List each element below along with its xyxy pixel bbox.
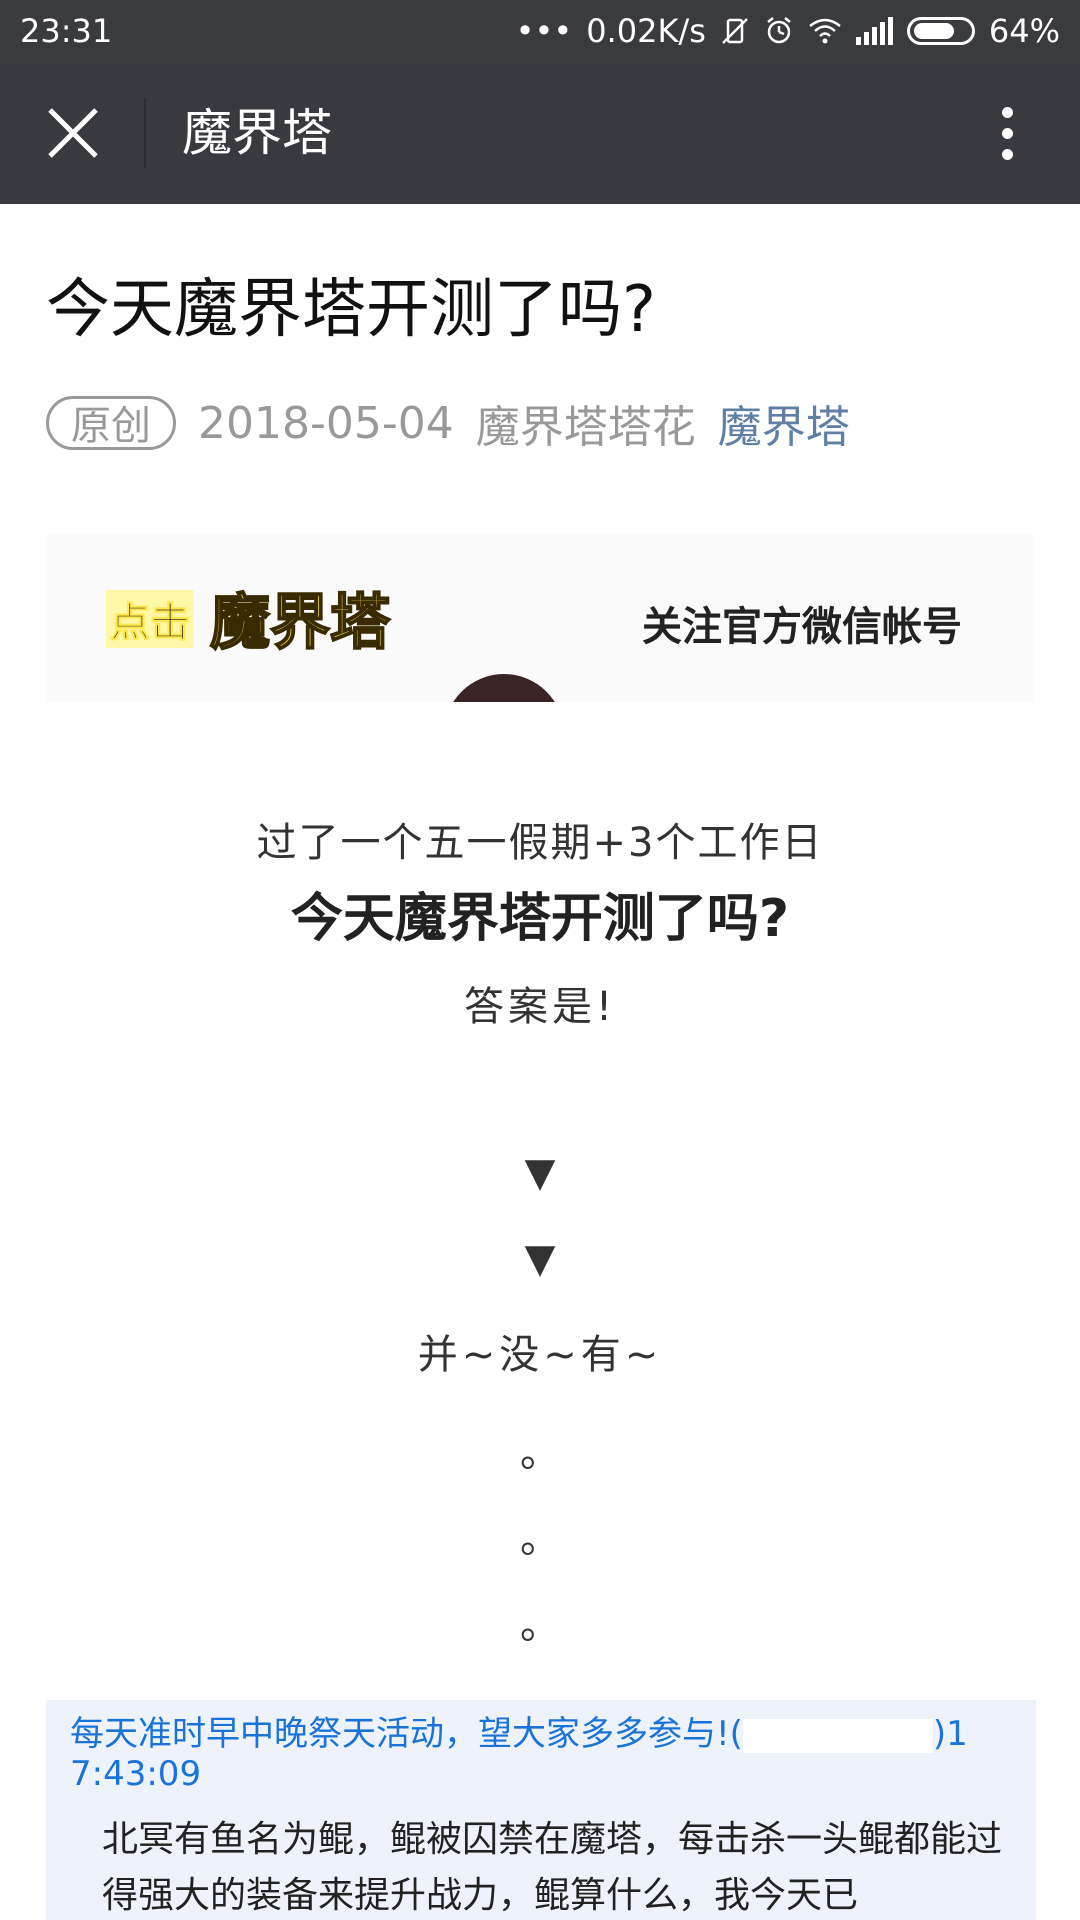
- more-dots-icon: •••: [515, 12, 573, 50]
- article-author: 魔界塔塔花: [475, 402, 696, 453]
- content-line-4: 并~没~有~: [417, 1332, 663, 1378]
- down-arrow-icon: ▼: [524, 1150, 556, 1196]
- original-badge: 原创: [46, 396, 176, 450]
- status-right-group: ••• 0.02K/s 64%: [516, 0, 1060, 62]
- content-line-3: 答案是!: [463, 984, 617, 1030]
- signal-icon: [855, 17, 893, 45]
- wifi-icon: [809, 18, 841, 44]
- down-arrow-icon: ▼: [524, 1236, 556, 1282]
- banner-brand: 魔界塔: [209, 587, 391, 659]
- chat-screenshot: 每天准时早中晚祭天活动，望大家多多参与!( )1 7:43:09 北冥有鱼名为鲲，…: [46, 1700, 1036, 1920]
- follow-banner[interactable]: 点击 魔界塔 关注官方微信帐号: [46, 534, 1034, 702]
- app-bar: 魔界塔: [0, 62, 1080, 204]
- redaction-mask: [742, 1718, 933, 1753]
- battery-percent: 64%: [988, 12, 1060, 50]
- status-bar: 23:31 ••• 0.02K/s 64%: [0, 0, 1080, 62]
- chat-time: 7:43:09: [70, 1754, 202, 1794]
- banner-follow-text: 关注官方微信帐号: [642, 604, 962, 650]
- article-title: 今天魔界塔开测了吗?: [46, 273, 656, 347]
- chat-header: 每天准时早中晚祭天活动，望大家多多参与!( )1 7:43:09: [70, 1714, 1020, 1794]
- network-speed: 0.02K/s: [586, 12, 706, 50]
- account-link[interactable]: 魔界塔: [718, 391, 850, 455]
- content-dot: 。: [520, 1516, 560, 1562]
- app-bar-divider: [144, 98, 146, 168]
- content-dot: 。: [520, 1602, 560, 1648]
- banner-avatar: [444, 674, 564, 702]
- article-date: 2018-05-04: [198, 397, 454, 449]
- more-vertical-icon[interactable]: [974, 100, 1040, 166]
- content-line-1: 过了一个五一假期+3个工作日: [256, 820, 824, 866]
- alarm-icon: [767, 17, 791, 44]
- article-meta: 原创 2018-05-04 魔界塔塔花 魔界塔: [46, 391, 850, 455]
- chat-body: 北冥有鱼名为鲲，鲲被囚禁在魔塔，每击杀一头鲲都能过得强大的装备来提升战力，鲲算什…: [102, 1819, 1003, 1916]
- app-bar-title: 魔界塔: [182, 104, 332, 162]
- vibrate-off-icon: [721, 18, 748, 44]
- content-headline: 今天魔界塔开测了吗?: [290, 889, 790, 949]
- battery-icon: [906, 17, 975, 45]
- content-dot: 。: [520, 1430, 560, 1476]
- chat-header-prefix: 每天准时早中晚祭天活动，望大家多多参与!(: [70, 1714, 743, 1754]
- close-icon[interactable]: [40, 100, 106, 166]
- banner-click-label: 点击: [106, 590, 194, 648]
- status-time: 23:31: [20, 12, 113, 50]
- chat-header-suffix: )1: [932, 1714, 968, 1754]
